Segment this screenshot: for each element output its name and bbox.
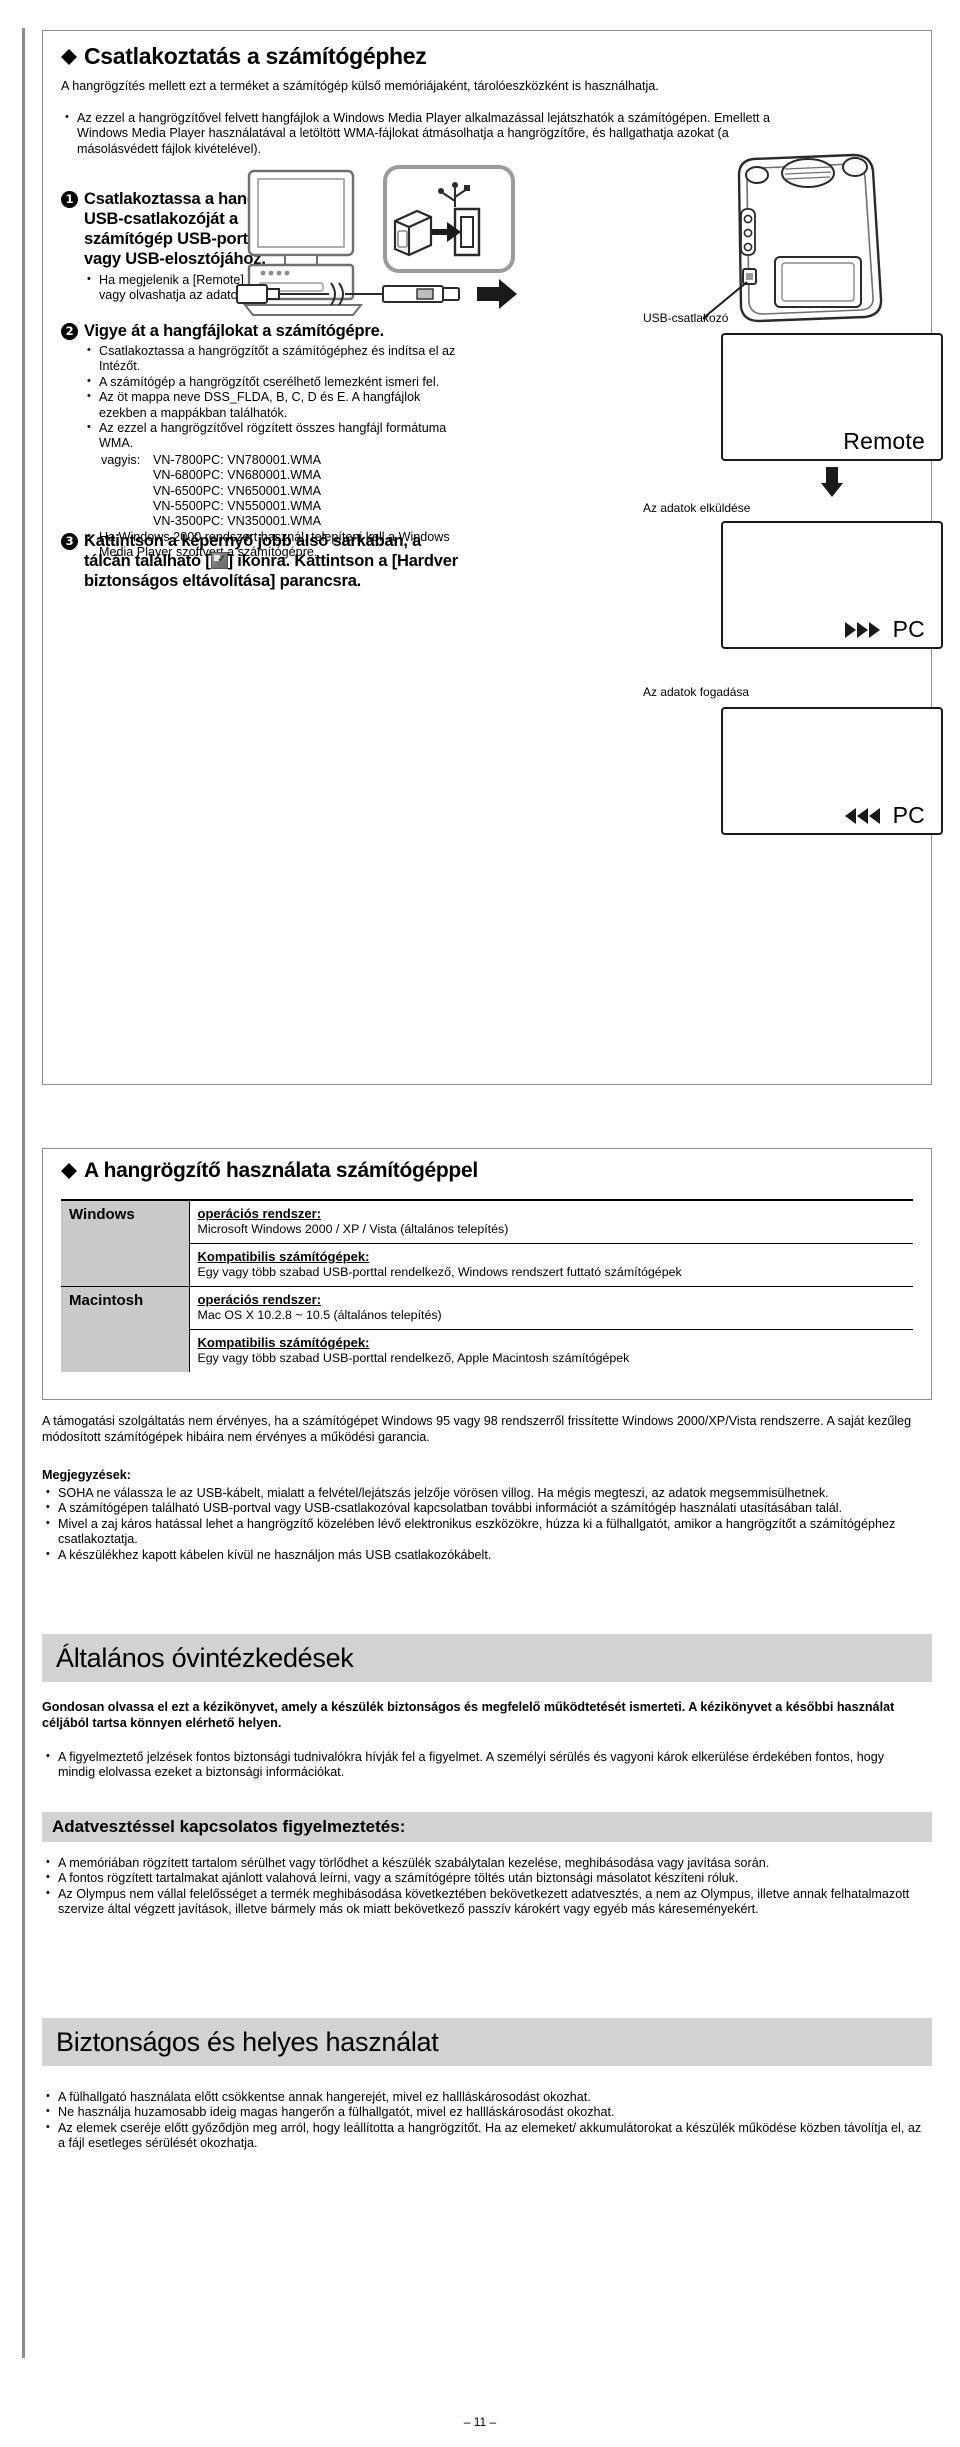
step-2-heading: Vigye át a hangfájlokat a számítógépre.: [84, 322, 384, 340]
section4-bullets: A fülhallgató használata előtt csökkents…: [42, 2089, 922, 2152]
diamond-bullet-icon: [61, 41, 77, 65]
lcd-send-screen: PC: [721, 521, 943, 649]
cell-value: Egy vagy több szabad USB-porttal rendelk…: [197, 1351, 630, 1365]
table-row: Kompatibilis számítógépek: Egy vagy több…: [61, 1329, 913, 1372]
table-row: Kompatibilis számítógépek: Egy vagy több…: [61, 1243, 913, 1287]
section1-intro-bullets: Az ezzel a hangrögzítővel felvett hangfá…: [61, 110, 771, 157]
usb-cable-to-recorder: [236, 279, 517, 309]
section2-notes: SOHA ne válassza le az USB-kábelt, miala…: [42, 1485, 922, 1563]
file-list-item: VN-6500PC: VN650001.WMA: [153, 483, 321, 498]
os-row-windows-label: Windows: [61, 1199, 190, 1287]
section1-intro: A hangrögzítés mellett ezt a terméket a …: [61, 79, 659, 93]
cell-value: Microsoft Windows 2000 / XP / Vista (ált…: [197, 1222, 509, 1236]
section-using-recorder-with-computer: A hangrögzítő használata számítógéppel W…: [42, 1148, 932, 1400]
step-1-number: 1: [61, 191, 78, 208]
table-cell: Kompatibilis számítógépek: Egy vagy több…: [189, 1329, 913, 1372]
cell-label: operációs rendszer:: [197, 1292, 322, 1307]
caption-data-receive: Az adatok fogadása: [643, 685, 750, 699]
subbanner-data-loss-text: Adatvesztéssel kapcsolatos figyelmezteté…: [52, 1817, 406, 1836]
cell-label: operációs rendszer:: [197, 1206, 322, 1221]
cell-label: Kompatibilis számítógépek:: [197, 1249, 370, 1264]
list-item: A fontos rögzített tartalmakat ajánlott …: [42, 1870, 922, 1886]
section3-sub-bullets: A memóriában rögzített tartalom sérülhet…: [42, 1855, 922, 1918]
file-list-item: VN-3500PC: VN350001.WMA: [153, 514, 321, 529]
usb-connector-label: USB-csatlakozó: [643, 311, 729, 325]
list-item: A fülhallgató használata előtt csökkents…: [42, 2089, 922, 2105]
table-row: Windows operációs rendszer: Microsoft Wi…: [61, 1199, 913, 1287]
list-item: A memóriában rögzített tartalom sérülhet…: [42, 1855, 922, 1871]
diamond-bullet-icon: [61, 1155, 77, 1179]
caption-data-send: Az adatok elküldése: [643, 501, 751, 515]
lcd-receive-screen: PC: [721, 707, 943, 835]
lcd-remote-screen: Remote: [721, 333, 943, 461]
subbanner-data-loss-warning: Adatvesztéssel kapcsolatos figyelmezteté…: [42, 1812, 932, 1842]
cell-value: Egy vagy több szabad USB-porttal rendelk…: [197, 1265, 682, 1279]
section2-notes-label: Megjegyzések:: [42, 1468, 131, 1482]
lcd-send-text: PC: [892, 616, 925, 642]
page-left-rule: [22, 28, 25, 2358]
os-row-macintosh-label: Macintosh: [61, 1286, 190, 1372]
list-item: A számítógép a hangrögzítőt cserélhető l…: [83, 374, 461, 390]
banner-general-precautions-text: Általános óvintézkedések: [56, 1642, 354, 1673]
list-item: Az ezzel a hangrögzítővel rögzített össz…: [83, 420, 461, 452]
step-2: 2 Vigye át a hangfájlokat a számítógépre…: [61, 321, 461, 341]
file-list-label: vagyis:: [101, 452, 141, 467]
file-list-item: VN-5500PC: VN550001.WMA: [153, 499, 321, 514]
cell-value: Mac OS X 10.2.8 ~ 10.5 (általános telepí…: [197, 1308, 442, 1322]
os-compatibility-table: Windows operációs rendszer: Microsoft Wi…: [61, 1199, 913, 1372]
list-item: Az ezzel a hangrögzítővel felvett hangfá…: [61, 110, 771, 157]
rewind-icon: [844, 807, 880, 824]
list-item: Az elemek cseréje előtt győződjön meg ar…: [42, 2120, 922, 2152]
file-name-list: vagyis: VN-7800PC: VN780001.WMA VN-6800P…: [101, 453, 461, 530]
list-item: A számítógépen található USB-portval vag…: [42, 1500, 922, 1516]
list-item: Mivel a zaj káros hatással lehet a hangr…: [42, 1516, 922, 1548]
section-connect-to-computer: Csatlakoztatás a számítógéphez A hangrög…: [42, 30, 943, 1085]
list-item: A készülékhez kapott kábelen kívül ne ha…: [42, 1547, 922, 1563]
section3-bullets: A figyelmeztető jelzések fontos biztonsá…: [42, 1749, 922, 1781]
banner-safe-correct-use-text: Biztonságos és helyes használat: [56, 2026, 439, 2057]
list-item: Az öt mappa neve DSS_FLDA, B, C, D és E.…: [83, 389, 461, 421]
fast-forward-icon: [844, 621, 880, 638]
list-item: Ne használja huzamosabb ideig magas hang…: [42, 2104, 922, 2120]
lcd-receive-text: PC: [892, 802, 925, 828]
voice-recorder-illustration: [703, 153, 883, 323]
list-item: Csatlakoztassa a hangrögzítőt a számítóg…: [83, 343, 461, 375]
list-item: SOHA ne válassza le az USB-kábelt, miala…: [42, 1485, 922, 1501]
step-3-number: 3: [61, 533, 78, 550]
table-row: Macintosh operációs rendszer: Mac OS X 1…: [61, 1286, 913, 1372]
step-2-bullets: Csatlakoztassa a hangrögzítőt a számítóg…: [83, 343, 461, 452]
step-2-number: 2: [61, 323, 78, 340]
section3-intro: Gondosan olvassa el ezt a kézikönyvet, a…: [42, 1700, 895, 1730]
banner-safe-correct-use: Biztonságos és helyes használat: [42, 2018, 932, 2066]
file-list-item: VN-7800PC: VN780001.WMA: [153, 452, 321, 467]
step-3: 3 Kattintson a képernyő jobb alsó sarkáb…: [61, 531, 461, 591]
table-cell: operációs rendszer: Mac OS X 10.2.8 ~ 10…: [189, 1286, 913, 1330]
section2-title: A hangrögzítő használata számítógéppel: [61, 1159, 911, 1183]
tray-safely-remove-icon: [210, 550, 228, 570]
arrow-down-1-icon: [821, 467, 843, 497]
table-cell: operációs rendszer: Microsoft Windows 20…: [189, 1199, 913, 1244]
list-item: A figyelmeztető jelzések fontos biztonsá…: [42, 1749, 922, 1781]
table-cell: Kompatibilis számítógépek: Egy vagy több…: [189, 1243, 913, 1287]
section1-title: Csatlakoztatás a számítógéphez: [61, 43, 911, 70]
section2-after-table-text: A támogatási szolgáltatás nem érvényes, …: [42, 1414, 912, 1444]
lcd-remote-text: Remote: [843, 428, 925, 454]
banner-general-precautions: Általános óvintézkedések: [42, 1634, 932, 1682]
cell-label: Kompatibilis számítógépek:: [197, 1335, 370, 1350]
page-number: – 11 –: [463, 2415, 497, 2429]
file-list-item: VN-6800PC: VN680001.WMA: [153, 468, 321, 483]
list-item: Az Olympus nem vállal felelősséget a ter…: [42, 1886, 922, 1918]
